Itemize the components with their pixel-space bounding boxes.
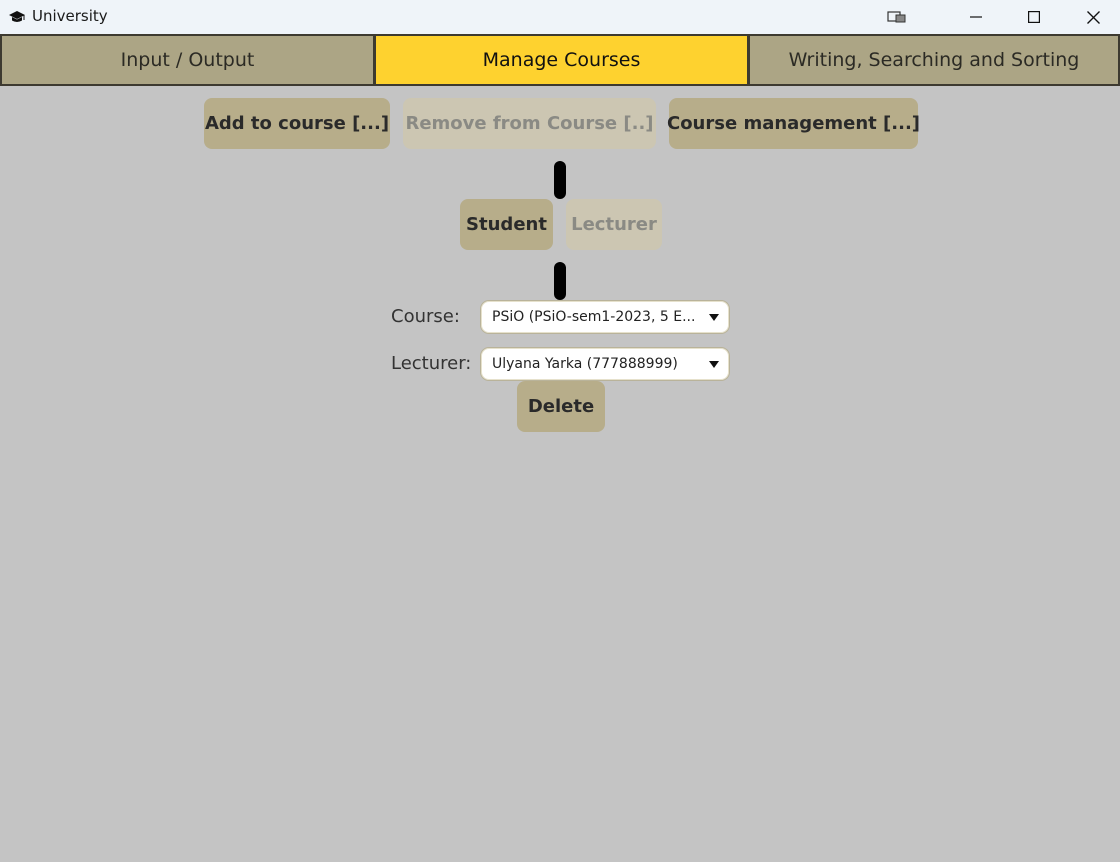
minimize-icon <box>970 16 982 18</box>
course-select-value: PSiO (PSiO-sem1-2023, 5 E... <box>492 309 696 325</box>
snap-layout-icon <box>887 11 906 23</box>
dropdown-arrow-icon <box>709 314 719 321</box>
tab-writing-searching-sorting[interactable]: Writing, Searching and Sorting <box>748 34 1120 86</box>
close-button[interactable] <box>1070 0 1116 34</box>
lecturer-select[interactable]: Ulyana Yarka (777888999) <box>480 347 730 381</box>
student-button[interactable]: Student <box>460 199 553 250</box>
window-title: University <box>32 7 108 25</box>
course-label: Course: <box>391 306 460 327</box>
connector-bar <box>554 161 566 199</box>
dropdown-arrow-icon <box>709 361 719 368</box>
course-select[interactable]: PSiO (PSiO-sem1-2023, 5 E... <box>480 300 730 334</box>
add-to-course-button[interactable]: Add to course [...] <box>204 98 390 149</box>
title-bar: University <box>0 0 1120 34</box>
lecturer-label: Lecturer: <box>391 353 472 374</box>
maximize-button[interactable] <box>1011 0 1057 34</box>
remove-from-course-button[interactable]: Remove from Course [..] <box>403 98 656 149</box>
course-management-button[interactable]: Course management [...] <box>667 98 920 149</box>
minimize-button[interactable] <box>953 0 999 34</box>
maximize-icon <box>1028 11 1040 23</box>
lecturer-select-value: Ulyana Yarka (777888999) <box>492 356 678 372</box>
lecturer-button[interactable]: Lecturer <box>566 199 662 250</box>
snap-layout-button[interactable] <box>874 0 920 34</box>
tab-bar: Input / Output Manage Courses Writing, S… <box>0 34 1120 86</box>
connector-bar <box>554 262 566 300</box>
close-icon <box>1086 10 1100 24</box>
tab-manage-courses[interactable]: Manage Courses <box>374 34 749 86</box>
delete-button[interactable]: Delete <box>517 381 605 432</box>
tab-input-output[interactable]: Input / Output <box>0 34 375 86</box>
graduation-cap-icon <box>9 11 25 22</box>
